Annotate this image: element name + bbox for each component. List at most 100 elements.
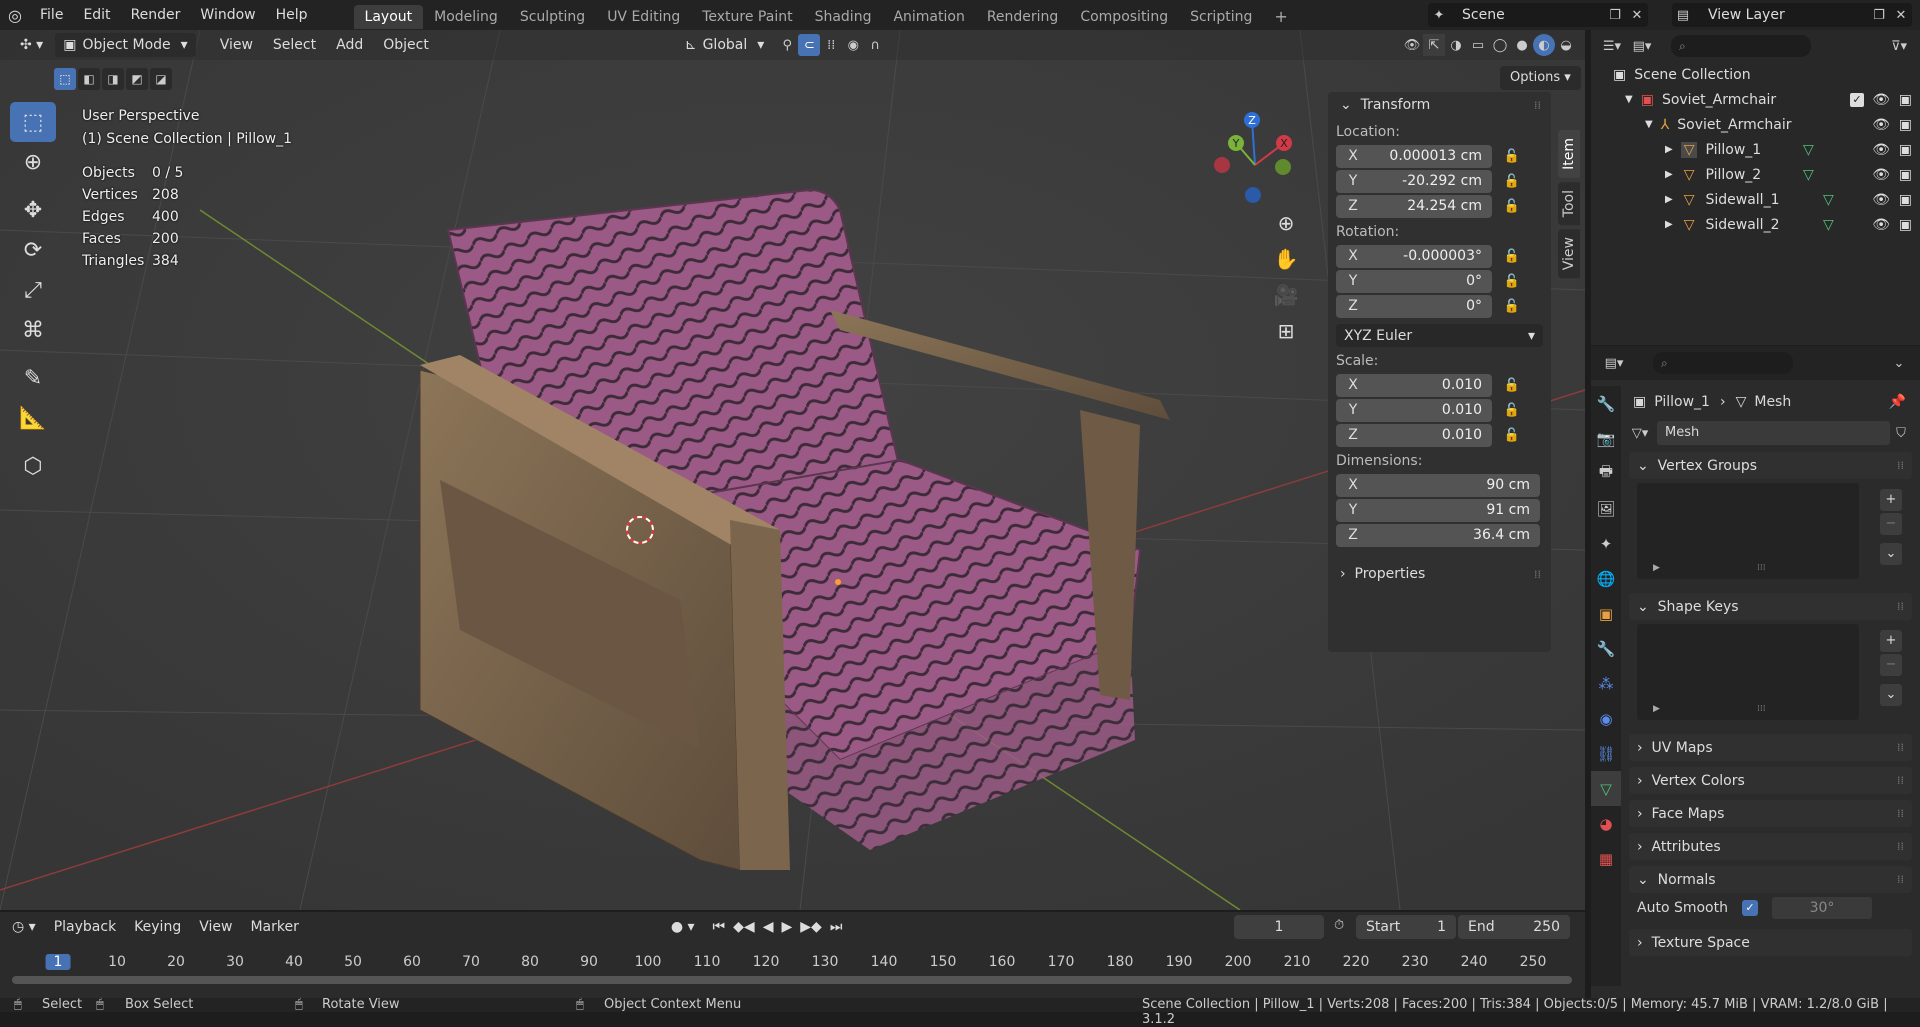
properties-editor-type-icon[interactable]: ▤▾ — [1603, 352, 1625, 374]
camera-icon[interactable]: ▣ — [1899, 217, 1912, 233]
proportional-edit-icon[interactable]: ◉ — [842, 34, 864, 56]
mesh-data-icon[interactable]: ▽ — [1803, 167, 1814, 183]
gizmo-neg-y[interactable] — [1275, 159, 1291, 175]
unlock-icon[interactable]: 🔓 — [1492, 403, 1532, 418]
close-view-layer-icon[interactable]: ✕ — [1890, 4, 1912, 26]
world-icon[interactable]: 🌐 — [1591, 561, 1621, 596]
mode-dropdown[interactable]: ▣ Object Mode ▾ — [55, 33, 196, 57]
texture-icon[interactable]: ▦ — [1591, 841, 1621, 876]
rotation-x-field[interactable]: X -0.000003° 🔓 — [1336, 244, 1551, 268]
render-icon[interactable]: 📷 — [1591, 421, 1621, 456]
tab-layout[interactable]: Layout — [353, 4, 424, 29]
drag-handle-icon[interactable]: ⁞⁞ — [1897, 774, 1904, 787]
shape-key-menu-button[interactable]: ⌄ — [1880, 684, 1902, 706]
dimension-y-value[interactable]: 91 cm — [1370, 498, 1540, 522]
timeline-editor-type-icon[interactable]: ◷ ▾ — [12, 919, 36, 935]
orientation-dropdown[interactable]: ⊾ Global ▾ — [677, 33, 772, 57]
select-extend-icon[interactable]: ◧ — [78, 68, 100, 90]
armchair-model[interactable] — [400, 150, 1200, 870]
overlays-icon[interactable]: ◑ — [1445, 34, 1467, 56]
scale-x-value[interactable]: 0.010 — [1370, 373, 1492, 397]
unlock-icon[interactable]: 🔓 — [1492, 149, 1532, 164]
unlock-icon[interactable]: 🔓 — [1492, 428, 1532, 443]
select-subtract-icon[interactable]: ◨ — [102, 68, 124, 90]
menu-add[interactable]: Add — [326, 37, 373, 53]
annotate-tool-icon[interactable]: ✎ — [10, 358, 56, 398]
particles-icon[interactable]: ⁂ — [1591, 666, 1621, 701]
normals-header[interactable]: ⌄ Normals ⁞⁞ — [1629, 866, 1912, 893]
options-dropdown[interactable]: Options ▾ — [1500, 66, 1581, 90]
camera-icon[interactable]: ▣ — [1899, 142, 1912, 158]
camera-icon[interactable]: ▣ — [1899, 167, 1912, 183]
add-workspace-icon[interactable]: + — [1263, 5, 1298, 29]
close-scene-icon[interactable]: ✕ — [1626, 4, 1648, 26]
zoom-icon[interactable]: ⊕ — [1270, 205, 1302, 241]
pivot-icon[interactable]: ⚲ — [776, 34, 798, 56]
drag-handle-icon[interactable]: ⁞⁞ — [1897, 807, 1904, 820]
start-frame-field[interactable]: Start 1 — [1356, 915, 1456, 939]
menu-view[interactable]: View — [210, 37, 263, 53]
shape-keys-list[interactable]: ▶ ⁞⁞⁞ — [1637, 624, 1859, 720]
mesh-data-tab-icon[interactable]: ▽ — [1591, 771, 1621, 806]
list-expand-icon[interactable]: ▶ — [1653, 704, 1660, 714]
solid-shading-icon[interactable]: ● — [1511, 34, 1533, 56]
record-icon[interactable]: ● ▾ — [671, 919, 695, 935]
blender-logo-icon[interactable]: ◎ — [0, 0, 30, 30]
select-intersect-icon[interactable]: ◪ — [150, 68, 172, 90]
expand-arrow-icon[interactable]: ▶ — [1665, 219, 1673, 230]
pin-icon[interactable]: 📌 — [1889, 394, 1906, 410]
copy-scene-icon[interactable]: ❐ — [1604, 4, 1626, 26]
scene-tab-icon[interactable]: ✦ — [1591, 526, 1621, 561]
menu-object[interactable]: Object — [373, 37, 439, 53]
add-vertex-group-button[interactable]: + — [1880, 489, 1902, 511]
jump-end-icon[interactable]: ⏭ — [830, 919, 843, 935]
outliner-row-object[interactable]: ▶ ▽ Pillow_2 ▽ 👁 ▣ — [1591, 162, 1920, 187]
camera-icon[interactable]: ▣ — [1899, 92, 1912, 108]
jump-start-icon[interactable]: ⏮ — [713, 919, 726, 935]
location-y-value[interactable]: -20.292 cm — [1370, 169, 1492, 193]
auto-smooth-angle-field[interactable]: 30° — [1771, 897, 1872, 919]
rotation-z-value[interactable]: 0° — [1370, 294, 1492, 318]
3d-viewport[interactable]: ✣ ▾ ▣ Object Mode ▾ View Select Add Object… — [0, 30, 1585, 910]
menu-edit[interactable]: Edit — [73, 1, 120, 29]
transform-tool-icon[interactable]: ⌘ — [10, 310, 56, 350]
outliner-row-empty[interactable]: ▼ ⅄ Soviet_Armchair 👁 ▣ — [1591, 112, 1920, 137]
dimension-z-field[interactable]: Z 36.4 cm — [1336, 523, 1551, 547]
gizmo-neg-x[interactable] — [1214, 157, 1230, 173]
pan-hand-icon[interactable]: ✋ — [1270, 241, 1302, 277]
exclude-checkbox[interactable]: ✓ — [1850, 92, 1864, 107]
auto-smooth-checkbox[interactable]: ✓ — [1741, 900, 1758, 916]
gizmo-neg-z[interactable] — [1245, 187, 1261, 203]
current-frame-field[interactable]: 1 — [1234, 915, 1324, 939]
outliner-row-object[interactable]: ▶ ▽ Pillow_1 ▽ 👁 ▣ — [1591, 137, 1920, 162]
tab-shading[interactable]: Shading — [804, 5, 883, 29]
visibility-icon[interactable]: 👁 — [1401, 34, 1423, 56]
dimension-y-field[interactable]: Y 91 cm — [1336, 498, 1551, 522]
expand-arrow-icon[interactable]: ▶ — [1665, 194, 1673, 205]
rotation-y-value[interactable]: 0° — [1370, 269, 1492, 293]
material-shading-icon[interactable]: ◐ — [1533, 34, 1555, 56]
remove-shape-key-button[interactable]: − — [1880, 654, 1902, 676]
filter-icon[interactable]: ⊽▾ — [1888, 35, 1910, 57]
mesh-data-icon[interactable]: ▽ — [1823, 192, 1834, 208]
mesh-data-icon[interactable]: ▽ — [1803, 142, 1814, 158]
eye-icon[interactable]: 👁 — [1872, 142, 1890, 158]
dimension-x-value[interactable]: 90 cm — [1370, 473, 1540, 497]
menu-help[interactable]: Help — [266, 1, 318, 29]
vertex-group-menu-button[interactable]: ⌄ — [1880, 543, 1902, 565]
menu-select[interactable]: Select — [263, 37, 326, 53]
select-box-tool-icon[interactable]: ⬚ — [10, 102, 56, 142]
select-difference-icon[interactable]: ◩ — [126, 68, 148, 90]
expand-arrow-icon[interactable]: ▶ — [1665, 169, 1673, 180]
physics-icon[interactable]: ◉ — [1591, 701, 1621, 736]
eye-icon[interactable]: 👁 — [1872, 167, 1890, 183]
constraints-icon[interactable]: ⛓ — [1591, 736, 1621, 771]
view-layer-tab-icon[interactable]: 🖼 — [1591, 491, 1621, 526]
unlock-icon[interactable]: 🔓 — [1492, 174, 1532, 189]
menu-window[interactable]: Window — [190, 1, 265, 29]
uv-maps-header[interactable]: › UV Maps ⁞⁞ — [1629, 734, 1912, 761]
unlock-icon[interactable]: 🔓 — [1492, 378, 1532, 393]
stopwatch-icon[interactable]: ⏱ — [1334, 918, 1344, 933]
navigation-gizmo[interactable]: Z X Y — [1200, 110, 1310, 220]
unlock-icon[interactable]: 🔓 — [1492, 249, 1532, 264]
